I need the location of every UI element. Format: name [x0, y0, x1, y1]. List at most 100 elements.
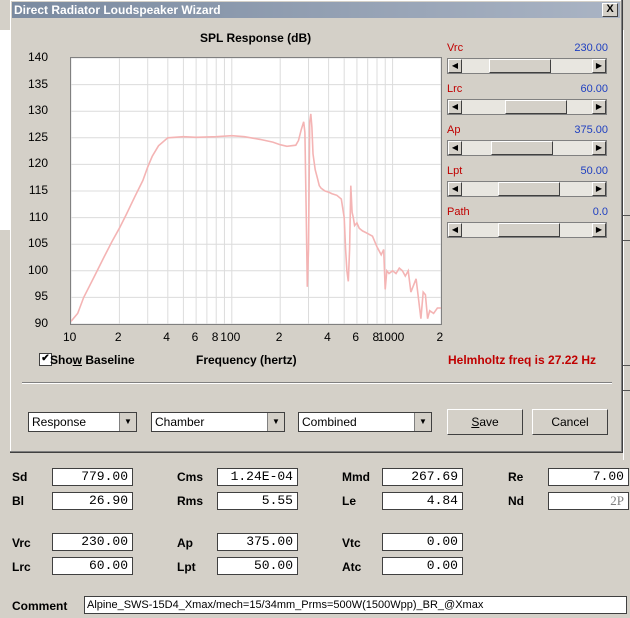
x-tick-label: 1000 — [377, 330, 405, 344]
scroll-left-icon[interactable]: ◀ — [448, 223, 462, 237]
label-rms: Rms — [177, 494, 204, 508]
scroll-left-icon[interactable]: ◀ — [448, 141, 462, 155]
y-tick-label: 125 — [27, 129, 48, 144]
slider-value-vrc: 230.00 — [574, 42, 608, 54]
label-cms: Cms — [177, 470, 204, 484]
y-tick-label: 110 — [28, 209, 48, 224]
slider-lpt[interactable]: ◀ ▶ — [447, 181, 607, 197]
chart-title: SPL Response (dB) — [200, 31, 312, 45]
separator — [22, 382, 612, 384]
vtc-field[interactable]: 0.00 — [382, 533, 463, 551]
slider-thumb[interactable] — [505, 100, 568, 114]
label-sd: Sd — [12, 470, 28, 484]
x-tick-label: 100 — [220, 330, 241, 344]
chevron-down-icon[interactable]: ▼ — [119, 413, 136, 431]
view-select[interactable]: Response ▼ — [28, 412, 137, 432]
view-select-value: Response — [32, 415, 87, 429]
chart-plot-area — [70, 57, 442, 325]
y-tick-label: 115 — [28, 183, 48, 197]
label-re: Re — [508, 470, 524, 484]
label-bl: Bl — [12, 494, 24, 508]
save-label-rest: ave — [479, 415, 499, 429]
background-tick — [623, 390, 630, 391]
label-le: Le — [342, 494, 357, 508]
window-title: Direct Radiator Loudspeaker Wizard — [14, 3, 221, 17]
lpt-field[interactable]: 50.00 — [217, 557, 298, 575]
x-tick-label: 4 — [163, 330, 170, 344]
cancel-button[interactable]: Cancel — [532, 409, 608, 435]
slider-value-path: 0.0 — [592, 206, 608, 218]
slider-thumb[interactable] — [491, 141, 554, 155]
slider-lrc[interactable]: ◀ ▶ — [447, 99, 607, 115]
scroll-right-icon[interactable]: ▶ — [592, 100, 606, 114]
x-tick-label: 4 — [324, 330, 331, 344]
slider-path[interactable]: ◀ ▶ — [447, 222, 607, 238]
re-field[interactable]: 7.00 — [548, 468, 629, 486]
chevron-down-icon[interactable]: ▼ — [267, 413, 284, 431]
y-tick-label: 105 — [27, 236, 48, 251]
mode-select-value: Combined — [302, 415, 357, 429]
slider-thumb[interactable] — [488, 59, 551, 73]
wizard-dialog: Direct Radiator Loudspeaker Wizard X SPL… — [10, 0, 623, 453]
background-tick — [623, 215, 630, 216]
show-baseline-label-b: Baseline — [82, 353, 135, 367]
background-panel-lower — [0, 150, 10, 230]
mode-select[interactable]: Combined ▼ — [298, 412, 432, 432]
helmholtz-frequency: Helmholtz freq is 27.22 Hz — [448, 353, 597, 367]
x-tick-label: 10 — [63, 330, 77, 344]
slider-label-vrc: Vrc — [447, 42, 464, 54]
label-lrc: Lrc — [12, 560, 31, 574]
cms-field[interactable]: 1.24E-04 — [217, 468, 298, 486]
title-bar[interactable]: Direct Radiator Loudspeaker Wizard X — [12, 2, 620, 18]
y-tick-label: 100 — [27, 262, 48, 277]
le-field[interactable]: 4.84 — [382, 492, 463, 510]
scroll-right-icon[interactable]: ▶ — [592, 223, 606, 237]
y-tick-label: 90 — [34, 316, 48, 330]
label-atc: Atc — [342, 560, 362, 574]
slider-value-ap: 375.00 — [574, 124, 608, 136]
slider-ap[interactable]: ◀ ▶ — [447, 140, 607, 156]
scroll-left-icon[interactable]: ◀ — [448, 100, 462, 114]
comment-field[interactable]: Alpine_SWS-15D4_Xmax/mech=15/34mm_Prms=5… — [84, 596, 627, 614]
y-tick-label: 135 — [27, 76, 48, 91]
nd-field[interactable]: 2P — [548, 492, 629, 510]
background-tick — [623, 365, 630, 366]
scroll-right-icon[interactable]: ▶ — [592, 59, 606, 73]
slider-thumb[interactable] — [498, 182, 561, 196]
x-tick-label: 2 — [114, 330, 122, 344]
chevron-down-icon[interactable]: ▼ — [414, 413, 431, 431]
lrc-field[interactable]: 60.00 — [52, 557, 133, 575]
spl-response-chart — [71, 58, 441, 324]
label-comment: Comment — [12, 599, 68, 613]
scroll-right-icon[interactable]: ▶ — [592, 182, 606, 196]
ap-field[interactable]: 375.00 — [217, 533, 298, 551]
label-ap: Ap — [177, 536, 193, 550]
scroll-left-icon[interactable]: ◀ — [448, 182, 462, 196]
close-button[interactable]: X — [602, 3, 618, 17]
atc-field[interactable]: 0.00 — [382, 557, 463, 575]
show-baseline-label-u: w — [72, 353, 83, 367]
background-right-edge — [623, 30, 630, 460]
bl-field[interactable]: 26.90 — [52, 492, 133, 510]
scroll-right-icon[interactable]: ▶ — [592, 141, 606, 155]
x-tick-label: 2 — [275, 330, 283, 344]
slider-vrc[interactable]: ◀ ▶ — [447, 58, 607, 74]
scroll-left-icon[interactable]: ◀ — [448, 59, 462, 73]
y-tick-label: 120 — [27, 156, 48, 171]
slider-label-path: Path — [447, 206, 470, 218]
component-select[interactable]: Chamber ▼ — [151, 412, 285, 432]
show-baseline-label-a: Sho — [50, 353, 73, 367]
x-tick-label: 2 — [436, 330, 444, 344]
label-mmd: Mmd — [342, 470, 370, 484]
label-nd: Nd — [508, 494, 524, 508]
slider-thumb[interactable] — [498, 223, 561, 237]
rms-field[interactable]: 5.55 — [217, 492, 298, 510]
show-baseline-label[interactable]: Show Baseline — [50, 353, 135, 367]
mmd-field[interactable]: 267.69 — [382, 468, 463, 486]
save-button[interactable]: Save — [447, 409, 523, 435]
x-axis-label: Frequency (hertz) — [196, 353, 297, 367]
slider-label-lrc: Lrc — [447, 83, 463, 95]
slider-value-lrc: 60.00 — [580, 83, 608, 95]
vrc-field[interactable]: 230.00 — [52, 533, 133, 551]
sd-field[interactable]: 779.00 — [52, 468, 133, 486]
